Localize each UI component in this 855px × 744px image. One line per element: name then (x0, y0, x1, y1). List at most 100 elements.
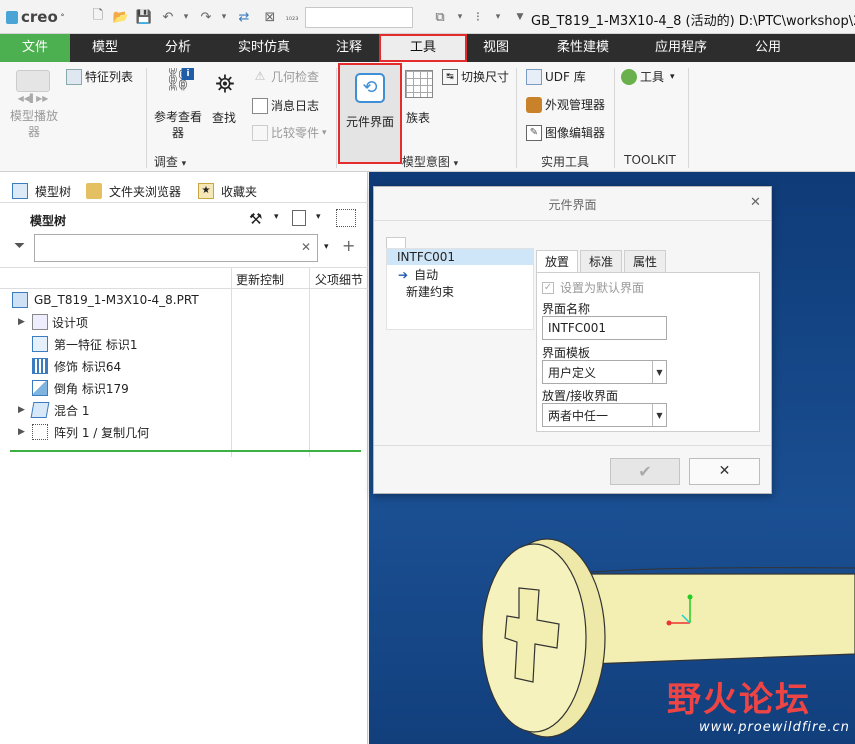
component-interface-button[interactable]: ⟲ 元件界面 (338, 63, 402, 164)
ok-button[interactable]: ✔ (610, 458, 680, 485)
placement-receive-select[interactable]: 两者中任一 ▼ (542, 403, 667, 427)
cancel-button[interactable]: ✕ (689, 458, 760, 485)
tab-model-tree[interactable]: 模型树 (12, 180, 71, 202)
redo-icon[interactable]: ↷ (198, 9, 214, 25)
tree-settings-icon[interactable]: ⚒ (249, 210, 262, 228)
menu-annotate[interactable]: 注释 (316, 34, 382, 62)
image-editor-button[interactable]: ✎ 图像编辑器 (526, 124, 605, 141)
geometry-check-button[interactable]: ⚠ 几何检查 (252, 68, 319, 85)
chevron-down-icon[interactable]: ▼ (652, 404, 666, 426)
clear-search-icon[interactable]: ✕ (301, 240, 311, 254)
family-table-label[interactable]: 族表 (406, 109, 430, 126)
find-binoculars-icon[interactable]: ⛯ (210, 70, 240, 100)
tree-item-first-feature[interactable]: 第一特征 标识1 (32, 333, 137, 355)
regenerate-icon[interactable]: ⇄ (236, 9, 252, 25)
message-log-button[interactable]: 消息日志 (252, 97, 319, 114)
find-label[interactable]: 查找 (212, 109, 236, 126)
appearance-manager-icon (526, 96, 542, 113)
tree-item-chamfer[interactable]: 倒角 标识179 (32, 377, 129, 399)
expand-arrow-icon[interactable]: ▶ (18, 427, 32, 437)
chevron-down-icon[interactable]: ▾ (316, 212, 321, 222)
tools-dropdown-button[interactable]: 工具 ▾ (621, 68, 675, 85)
reference-viewer-label[interactable]: 参考查看器 (150, 109, 206, 141)
menu-analysis[interactable]: 分析 (143, 34, 213, 62)
chevron-down-icon: ▾ (322, 127, 327, 138)
menu-utilities[interactable]: 公用 (740, 34, 796, 62)
model-player-label: 模型播放器 (9, 109, 58, 139)
switch-dimensions-icon: ↹ (442, 68, 458, 85)
chevron-down-icon[interactable]: ▾ (274, 212, 279, 222)
tree-search-input[interactable]: ✕ (34, 234, 318, 262)
dimension-icon[interactable]: ₁₀₂₃ (284, 9, 300, 25)
save-icon[interactable]: 💾 (136, 9, 152, 25)
family-table-icon[interactable] (405, 70, 433, 98)
menu-flexible-modeling[interactable]: 柔性建模 (540, 34, 626, 62)
interface-list-item-auto[interactable]: ➔ 自动 (398, 266, 438, 283)
model-player-button[interactable]: ◀◀▌▶▶ (12, 68, 54, 108)
undo-icon[interactable]: ↶ (160, 9, 176, 25)
column-header-regen[interactable]: 更新控制 (236, 271, 284, 288)
menu-live-simulation[interactable]: 实时仿真 (222, 34, 306, 62)
compare-parts-button[interactable]: 比较零件 ▾ (252, 124, 327, 141)
tab-folder-browser[interactable]: 文件夹浏览器 (86, 180, 181, 202)
window-icon[interactable]: ⧉ (432, 9, 448, 25)
interface-template-select[interactable]: 用户定义 ▼ (542, 360, 667, 384)
expand-arrow-icon[interactable]: ▶ (18, 405, 32, 415)
window-dropdown-icon[interactable]: ▾ (452, 9, 468, 25)
appearance-manager-button[interactable]: 外观管理器 (526, 96, 605, 113)
new-file-icon[interactable]: 🗋 (90, 8, 106, 25)
default-interface-checkbox[interactable]: ✓ 设置为默认界面 (542, 279, 644, 296)
undo-dropdown-icon[interactable]: ▾ (178, 9, 194, 25)
filter-dropdown-icon[interactable]: ▾ (490, 9, 506, 25)
quick-access-input[interactable] (305, 7, 413, 28)
tab-favorites[interactable]: ★ 收藏夹 (198, 180, 257, 202)
feature-list-button[interactable]: 特征列表 (66, 68, 133, 85)
menu-tools[interactable]: 工具 (379, 34, 467, 62)
dialog-close-icon[interactable]: ✕ (750, 195, 761, 210)
tree-item-design-items[interactable]: ▶ 设计项 (18, 311, 88, 333)
switch-dimensions-button[interactable]: ↹ 切换尺寸 (442, 68, 509, 85)
tree-root-part[interactable]: GB_T819_1-M3X10-4_8.PRT (12, 289, 199, 311)
interface-list-item-new-constraint[interactable]: 新建约束 (406, 283, 454, 300)
tab-placement[interactable]: 放置 (536, 250, 578, 273)
checkbox-checked-icon: ✓ (542, 281, 554, 294)
tree-filter-icon[interactable] (336, 209, 356, 227)
expand-arrow-icon[interactable]: ▶ (18, 317, 32, 327)
menu-model[interactable]: 模型 (70, 34, 140, 62)
screw-shank (564, 573, 855, 665)
tree-item-cosmetic[interactable]: 修饰 标识64 (32, 355, 121, 377)
column-divider (309, 267, 310, 457)
investigate-group-title[interactable]: 调查 ▾ (150, 153, 190, 170)
interface-list-item-selected[interactable]: INTFC001 (387, 249, 533, 265)
udf-library-button[interactable]: UDF 库 (526, 68, 586, 85)
design-items-icon (32, 314, 48, 330)
menu-file[interactable]: 文件 (0, 34, 70, 62)
tree-header-row (0, 267, 368, 289)
chevron-down-icon[interactable]: ▼ (652, 361, 666, 383)
column-header-parent[interactable]: 父项细节 (315, 271, 363, 288)
menu-applications[interactable]: 应用程序 (636, 34, 726, 62)
tab-standard[interactable]: 标准 (580, 250, 622, 273)
chevron-down-icon[interactable]: ▾ (324, 242, 329, 252)
chevron-down-icon: ▾ (453, 159, 459, 169)
model-intent-group-title[interactable]: 模型意图 ▾ (400, 153, 460, 170)
add-filter-icon[interactable]: + (342, 236, 355, 255)
show-columns-icon[interactable] (292, 210, 306, 226)
tab-properties[interactable]: 属性 (624, 250, 666, 273)
redo-dropdown-icon[interactable]: ▾ (216, 9, 232, 25)
cosmetic-icon (32, 358, 48, 374)
select-filter-icon[interactable]: ⁝ (470, 9, 486, 25)
window-title: GB_T819_1-M3X10-4_8 (活动的) D:\PTC\worksho… (531, 14, 855, 29)
tree-item-pattern[interactable]: ▶ 阵列 1 / 复制几何 (18, 421, 149, 443)
filter-funnel-icon[interactable]: ⏷ (14, 238, 25, 254)
ribbon-separator (146, 68, 147, 168)
close-window-icon[interactable]: ⊠ (262, 9, 278, 25)
ribbon-separator (516, 68, 517, 168)
interface-name-field[interactable]: INTFC001 (542, 316, 667, 340)
menu-view[interactable]: 视图 (467, 34, 525, 62)
open-folder-icon[interactable]: 📂 (113, 9, 129, 25)
tree-item-blend[interactable]: ▶ 混合 1 (18, 399, 89, 421)
insert-here-line[interactable] (10, 450, 361, 452)
creo-logo: creo ° (6, 8, 64, 26)
customize-dropdown-icon[interactable]: ▼ (512, 9, 528, 25)
